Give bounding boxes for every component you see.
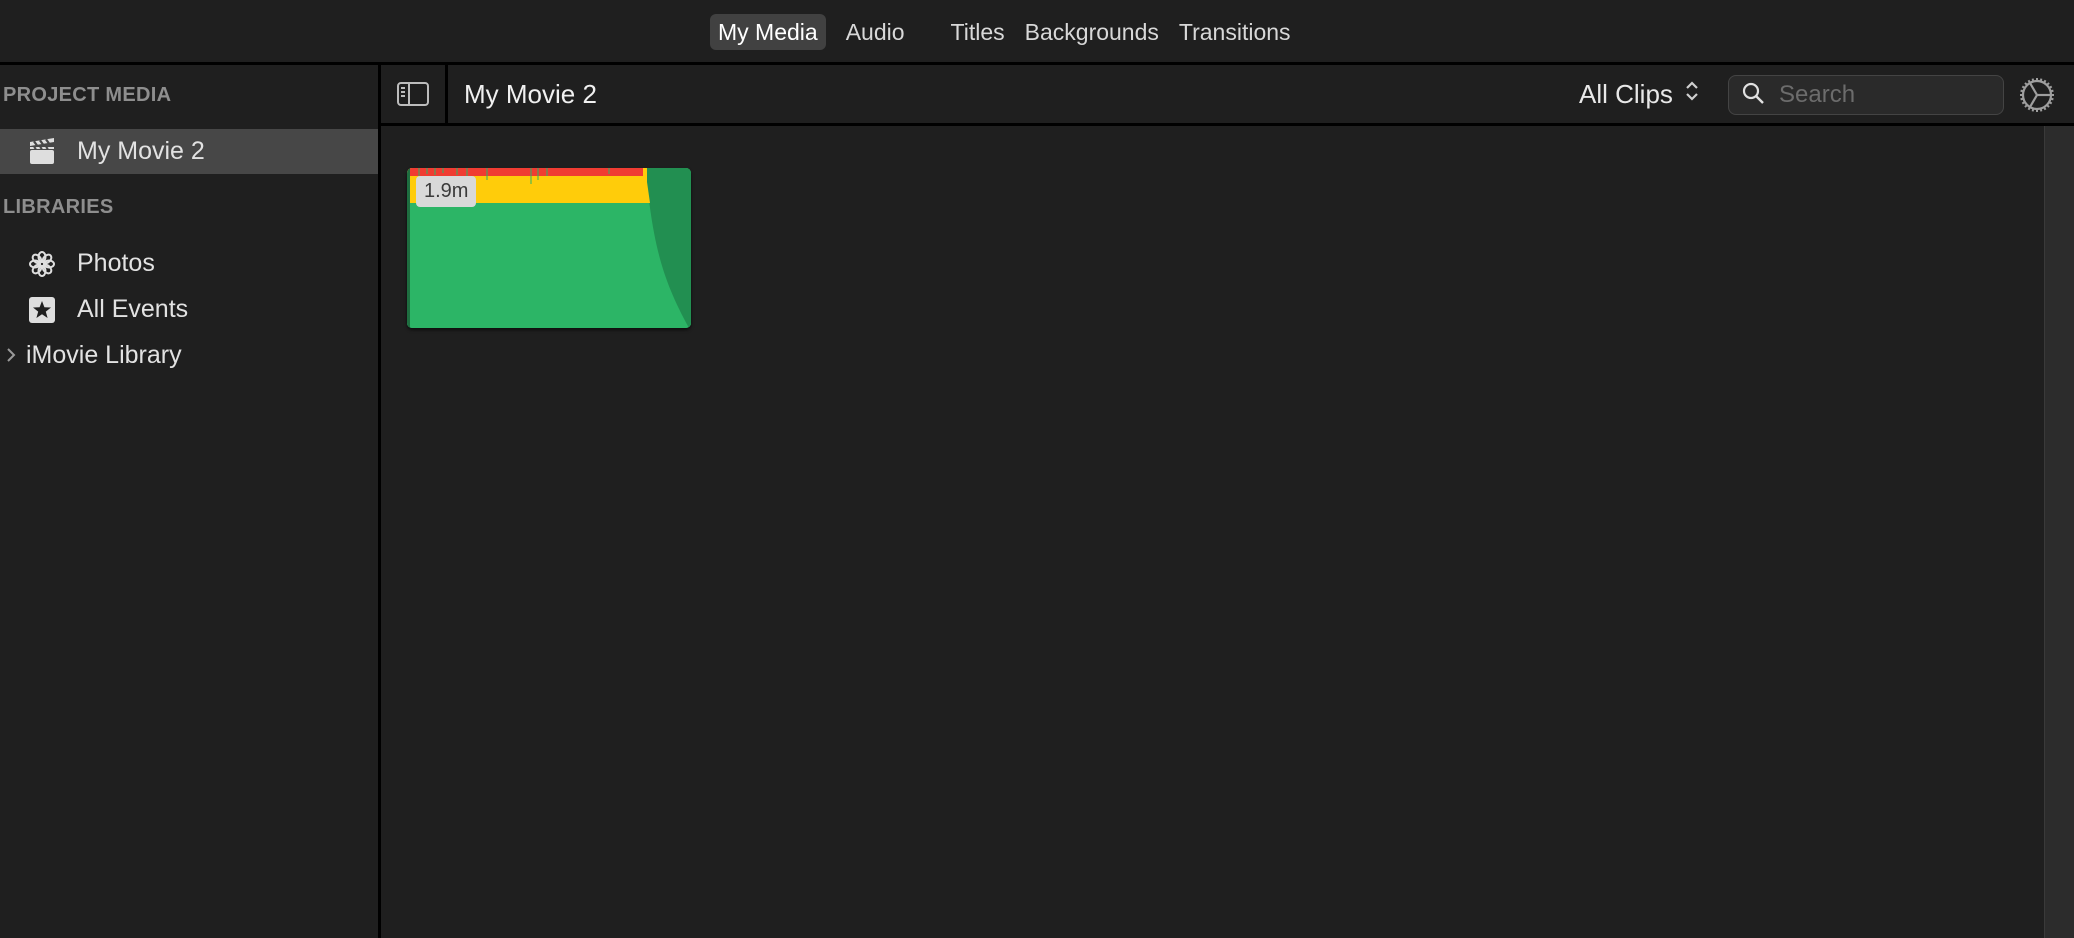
browser-title: My Movie 2: [464, 79, 597, 109]
browser-header: My Movie 2 All Clips: [381, 65, 2074, 126]
sidebar-item-label: All Events: [77, 295, 189, 323]
sidebar-item-label: Photos: [77, 249, 155, 277]
clip-duration-badge: 1.9m: [416, 176, 477, 207]
photos-flower-icon: [27, 249, 57, 279]
gear-tooth: [2051, 94, 2054, 96]
gear-tooth: [2020, 94, 2023, 96]
gear-tooth: [2036, 109, 2038, 112]
top-tab-bar: My Media Audio Titles Backgrounds Transi…: [0, 0, 2074, 65]
sidebar-item-label: iMovie Library: [26, 341, 182, 369]
tab-my-media[interactable]: My Media: [710, 14, 826, 50]
tab-transitions[interactable]: Transitions: [1171, 14, 1299, 50]
sidebar-icon: [397, 82, 429, 106]
up-down-chevron-icon: [1685, 79, 1699, 110]
tab-audio[interactable]: Audio: [838, 14, 913, 50]
search-input[interactable]: [1777, 80, 1981, 110]
search-field[interactable]: [1728, 75, 2004, 115]
chevron-right-icon[interactable]: [6, 343, 18, 369]
sidebar-item-my-movie-2[interactable]: My Movie 2: [0, 129, 378, 174]
gear-tooth: [2036, 78, 2038, 81]
sidebar-item-all-events[interactable]: All Events: [0, 287, 378, 332]
toggle-sidebar-button[interactable]: [381, 65, 448, 123]
clip-filter-select[interactable]: All Clips: [1579, 79, 1699, 110]
clip-thumbnail[interactable]: 1.9m: [407, 168, 691, 328]
sidebar-item-photos[interactable]: Photos: [0, 241, 378, 286]
settings-gear-button[interactable]: [2017, 75, 2057, 115]
vertical-scrollbar[interactable]: [2044, 126, 2074, 938]
clip-filter-value: All Clips: [1579, 79, 1673, 109]
tab-backgrounds[interactable]: Backgrounds: [1017, 14, 1167, 50]
sidebar-item-label: My Movie 2: [77, 137, 205, 165]
star-icon: [27, 295, 57, 325]
tab-titles[interactable]: Titles: [943, 14, 1013, 50]
media-tabs: My Media Audio Titles Backgrounds Transi…: [710, 14, 1311, 50]
sidebar: PROJECT MEDIA My Movie 2 LIBRARIES Photo…: [0, 65, 381, 938]
sidebar-item-imovie-library[interactable]: iMovie Library: [0, 333, 378, 378]
search-icon: [1741, 81, 1765, 110]
project-media-heading: PROJECT MEDIA: [3, 84, 172, 106]
gear-icon: [2020, 78, 2054, 112]
libraries-heading: LIBRARIES: [3, 196, 114, 218]
clapperboard-icon: [27, 137, 57, 167]
